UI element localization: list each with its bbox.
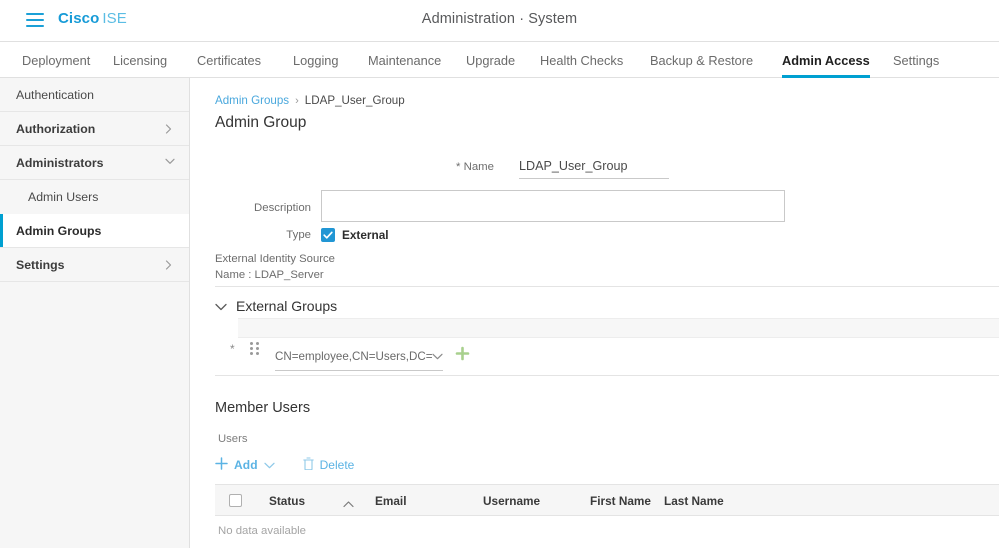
chevron-down-icon bbox=[215, 298, 227, 314]
tab-licensing[interactable]: Licensing bbox=[113, 42, 167, 78]
app-title: Administration · System bbox=[421, 11, 578, 27]
external-group-select-value: CN=employee,CN=Users,DC=a bbox=[275, 349, 432, 363]
type-label: Type bbox=[286, 229, 311, 241]
tab-upgrade[interactable]: Upgrade bbox=[466, 42, 515, 78]
plus-icon[interactable] bbox=[455, 346, 470, 361]
tab-backup-restore[interactable]: Backup & Restore bbox=[650, 42, 753, 78]
table-empty-message: No data available bbox=[218, 525, 307, 537]
sidebar-item-admin-users[interactable]: Admin Users bbox=[0, 180, 189, 214]
plus-icon bbox=[215, 457, 228, 473]
chevron-down-icon bbox=[263, 458, 275, 472]
description-input[interactable] bbox=[321, 190, 785, 222]
external-identity-source-name: Name : LDAP_Server bbox=[215, 269, 324, 281]
external-groups-title: External Groups bbox=[236, 298, 338, 314]
external-groups-section-header[interactable]: External Groups bbox=[215, 298, 337, 314]
sidebar-item-settings[interactable]: Settings bbox=[0, 248, 189, 282]
breadcrumb-parent-link[interactable]: Admin Groups bbox=[215, 94, 289, 107]
sort-ascending-icon[interactable] bbox=[343, 496, 354, 508]
external-checkbox[interactable] bbox=[321, 228, 335, 242]
sidebar-item-label: Authorization bbox=[16, 121, 96, 136]
column-header-email[interactable]: Email bbox=[375, 485, 406, 517]
tab-maintenance[interactable]: Maintenance bbox=[368, 42, 441, 78]
external-group-select[interactable]: CN=employee,CN=Users,DC=a bbox=[275, 347, 443, 371]
sidebar-item-label: Admin Groups bbox=[16, 223, 102, 238]
divider-top bbox=[215, 286, 999, 287]
column-header-status[interactable]: Status bbox=[269, 485, 305, 517]
column-header-last-name[interactable]: Last Name bbox=[664, 485, 724, 517]
tab-certificates[interactable]: Certificates bbox=[197, 42, 261, 78]
breadcrumb-separator: › bbox=[295, 94, 299, 107]
breadcrumb: Admin Groups › LDAP_User_Group bbox=[215, 94, 405, 107]
chevron-right-icon bbox=[165, 123, 175, 134]
add-button[interactable]: Add bbox=[215, 457, 275, 473]
tab-health-checks[interactable]: Health Checks bbox=[540, 42, 623, 78]
sidebar: Authentication Authorization Administrator… bbox=[0, 78, 190, 548]
member-users-title: Member Users bbox=[215, 400, 311, 416]
tab-logging[interactable]: Logging bbox=[293, 42, 339, 78]
drag-handle-icon[interactable] bbox=[250, 342, 259, 356]
external-identity-source: External Identity Source Name : LDAP_Ser… bbox=[215, 251, 335, 283]
external-identity-source-title: External Identity Source bbox=[215, 253, 335, 265]
sidebar-item-label: Admin Users bbox=[28, 190, 99, 204]
name-label: * Name bbox=[456, 161, 494, 173]
select-all-checkbox[interactable] bbox=[229, 494, 242, 507]
external-checkbox-label: External bbox=[342, 228, 389, 242]
sidebar-item-label: Authentication bbox=[16, 87, 94, 102]
delete-button[interactable]: Delete bbox=[302, 457, 355, 473]
sidebar-item-admin-groups[interactable]: Admin Groups bbox=[0, 214, 189, 248]
sidebar-item-authentication[interactable]: Authentication bbox=[0, 78, 189, 112]
trash-icon bbox=[302, 457, 314, 473]
external-group-required-marker: * bbox=[230, 342, 235, 356]
member-users-toolbar: Add Delete bbox=[215, 457, 354, 473]
member-users-table-header: Status Email Username First Name Last Name bbox=[215, 484, 999, 516]
tab-settings[interactable]: Settings bbox=[893, 42, 939, 78]
page-title: Admin Group bbox=[215, 114, 307, 131]
divider-external-groups bbox=[215, 375, 999, 376]
main-content: Admin Groups › LDAP_User_Group Admin Gro… bbox=[190, 78, 999, 557]
chevron-down-icon bbox=[165, 158, 175, 168]
chevron-right-icon bbox=[165, 259, 175, 270]
sidebar-item-label: Settings bbox=[16, 257, 65, 272]
add-button-label: Add bbox=[234, 458, 258, 472]
delete-button-label: Delete bbox=[319, 458, 355, 472]
tab-admin-access[interactable]: Admin Access bbox=[782, 42, 870, 78]
name-input[interactable] bbox=[519, 159, 669, 179]
column-header-first-name[interactable]: First Name bbox=[590, 485, 651, 517]
external-groups-table-header bbox=[238, 318, 999, 338]
column-header-username[interactable]: Username bbox=[483, 485, 540, 517]
top-bar: Cisco ISE Administration · System bbox=[0, 0, 999, 42]
tab-deployment[interactable]: Deployment bbox=[22, 42, 90, 78]
sidebar-item-administrators[interactable]: Administrators bbox=[0, 146, 189, 180]
tab-strip: Deployment Licensing Certificates Logging Ma… bbox=[0, 42, 999, 78]
sidebar-item-authorization[interactable]: Authorization bbox=[0, 112, 189, 146]
sidebar-item-label: Administrators bbox=[16, 155, 104, 170]
chevron-down-icon bbox=[432, 347, 443, 365]
description-label: Description bbox=[254, 202, 311, 214]
users-label: Users bbox=[218, 433, 248, 445]
breadcrumb-current: LDAP_User_Group bbox=[304, 94, 405, 107]
